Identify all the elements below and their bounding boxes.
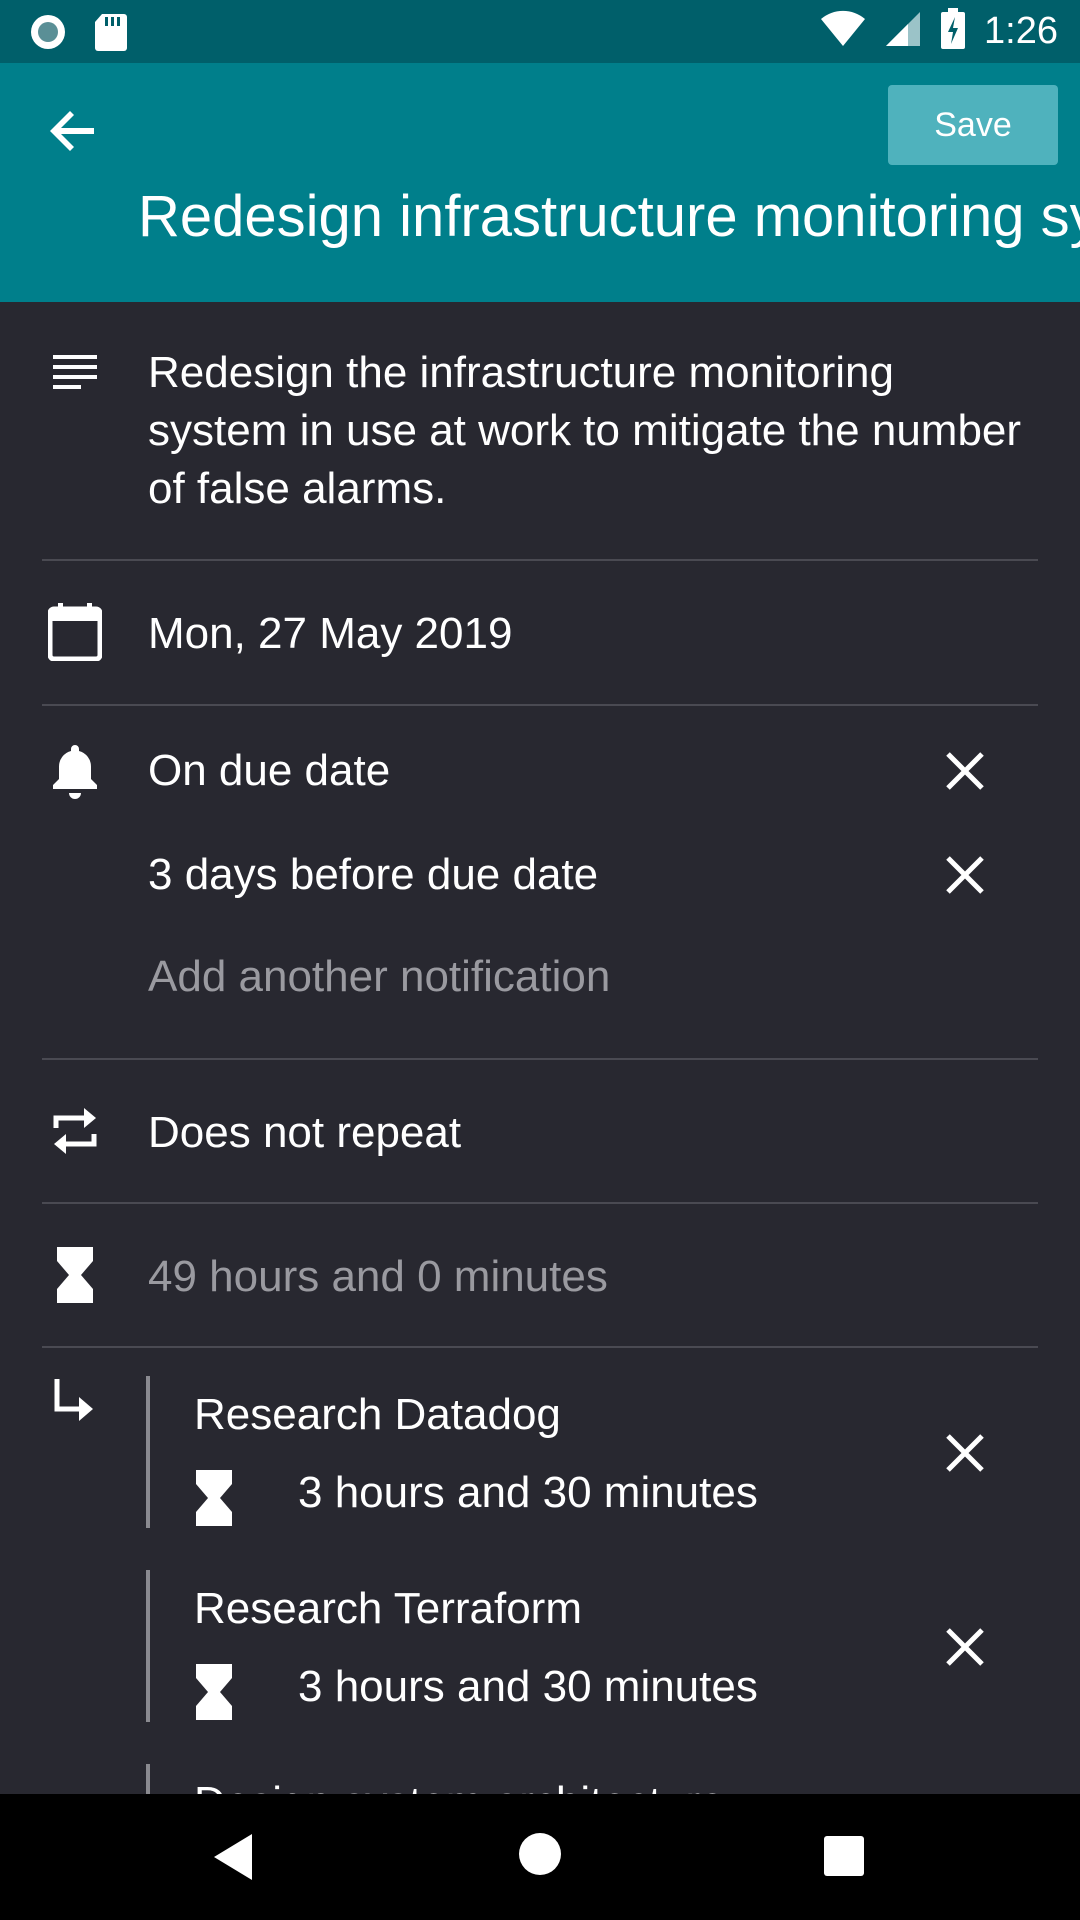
subtask-duration: 3 hours and 30 minutes [298,1468,758,1517]
nav-recents-icon[interactable] [824,1836,864,1881]
task-title[interactable]: Redesign infrastructure monitoring sy [138,183,1080,250]
description-text: Redesign the infrastructure monitoring s… [148,344,1021,518]
repeat-icon [40,1096,110,1166]
repeat-row[interactable]: Does not repeat [0,1060,1080,1204]
due-date-text: Mon, 27 May 2019 [148,609,513,658]
battery-charging-icon [940,8,966,55]
subtask-arrow-icon [40,1366,110,1436]
subtask-title[interactable]: Research Datadog [194,1390,561,1440]
save-button[interactable]: Save [888,85,1058,165]
subtask-title[interactable]: Design system architecture [194,1778,725,1794]
nav-back-icon[interactable] [210,1832,254,1887]
hourglass-icon [196,1664,246,1724]
duration-text: 49 hours and 0 minutes [148,1252,608,1301]
status-bar: 1:26 [0,0,1080,63]
close-icon[interactable] [940,746,990,796]
wifi-icon [820,10,866,53]
clock: 1:26 [984,10,1058,52]
calendar-icon [40,597,110,667]
notifications-section: On due date 3 days before due date Add a… [0,706,1080,1060]
description-line: Redesign the infrastructure monitoring [148,348,894,397]
close-icon[interactable] [940,1428,990,1478]
repeat-text: Does not repeat [148,1108,462,1157]
task-detail-content: Redesign the infrastructure monitoring s… [0,302,1080,1794]
subtasks-section: Research Datadog 3 hours and 30 minutes … [0,1348,1080,1794]
subtask-title[interactable]: Research Terraform [194,1584,582,1634]
notes-icon [40,338,110,408]
hourglass-icon [40,1240,110,1310]
navigation-bar [0,1794,1080,1920]
add-notification-button[interactable]: Add another notification [148,948,610,1006]
close-icon[interactable] [940,1622,990,1672]
bell-icon [40,736,110,806]
signal-icon [884,10,922,53]
description-line: of false alarms. [148,464,447,513]
sd-card-icon [94,12,128,57]
description-line: system in use at work to mitigate the nu… [148,406,1022,455]
hourglass-icon [196,1470,246,1530]
subtask-bar [146,1764,150,1794]
duration-row[interactable]: 49 hours and 0 minutes [0,1204,1080,1348]
subtask-bar [146,1570,150,1722]
record-icon [28,12,68,57]
notification-item[interactable]: 3 days before due date [148,846,598,904]
notification-item[interactable]: On due date [148,742,390,800]
close-icon[interactable] [940,850,990,900]
due-date-row[interactable]: Mon, 27 May 2019 [0,561,1080,705]
toolbar: Save Redesign infrastructure monitoring … [0,63,1080,302]
subtask-bar [146,1376,150,1528]
nav-home-icon[interactable] [518,1832,562,1881]
subtask-duration: 3 hours and 30 minutes [298,1662,758,1711]
arrow-left-icon[interactable] [44,101,104,161]
